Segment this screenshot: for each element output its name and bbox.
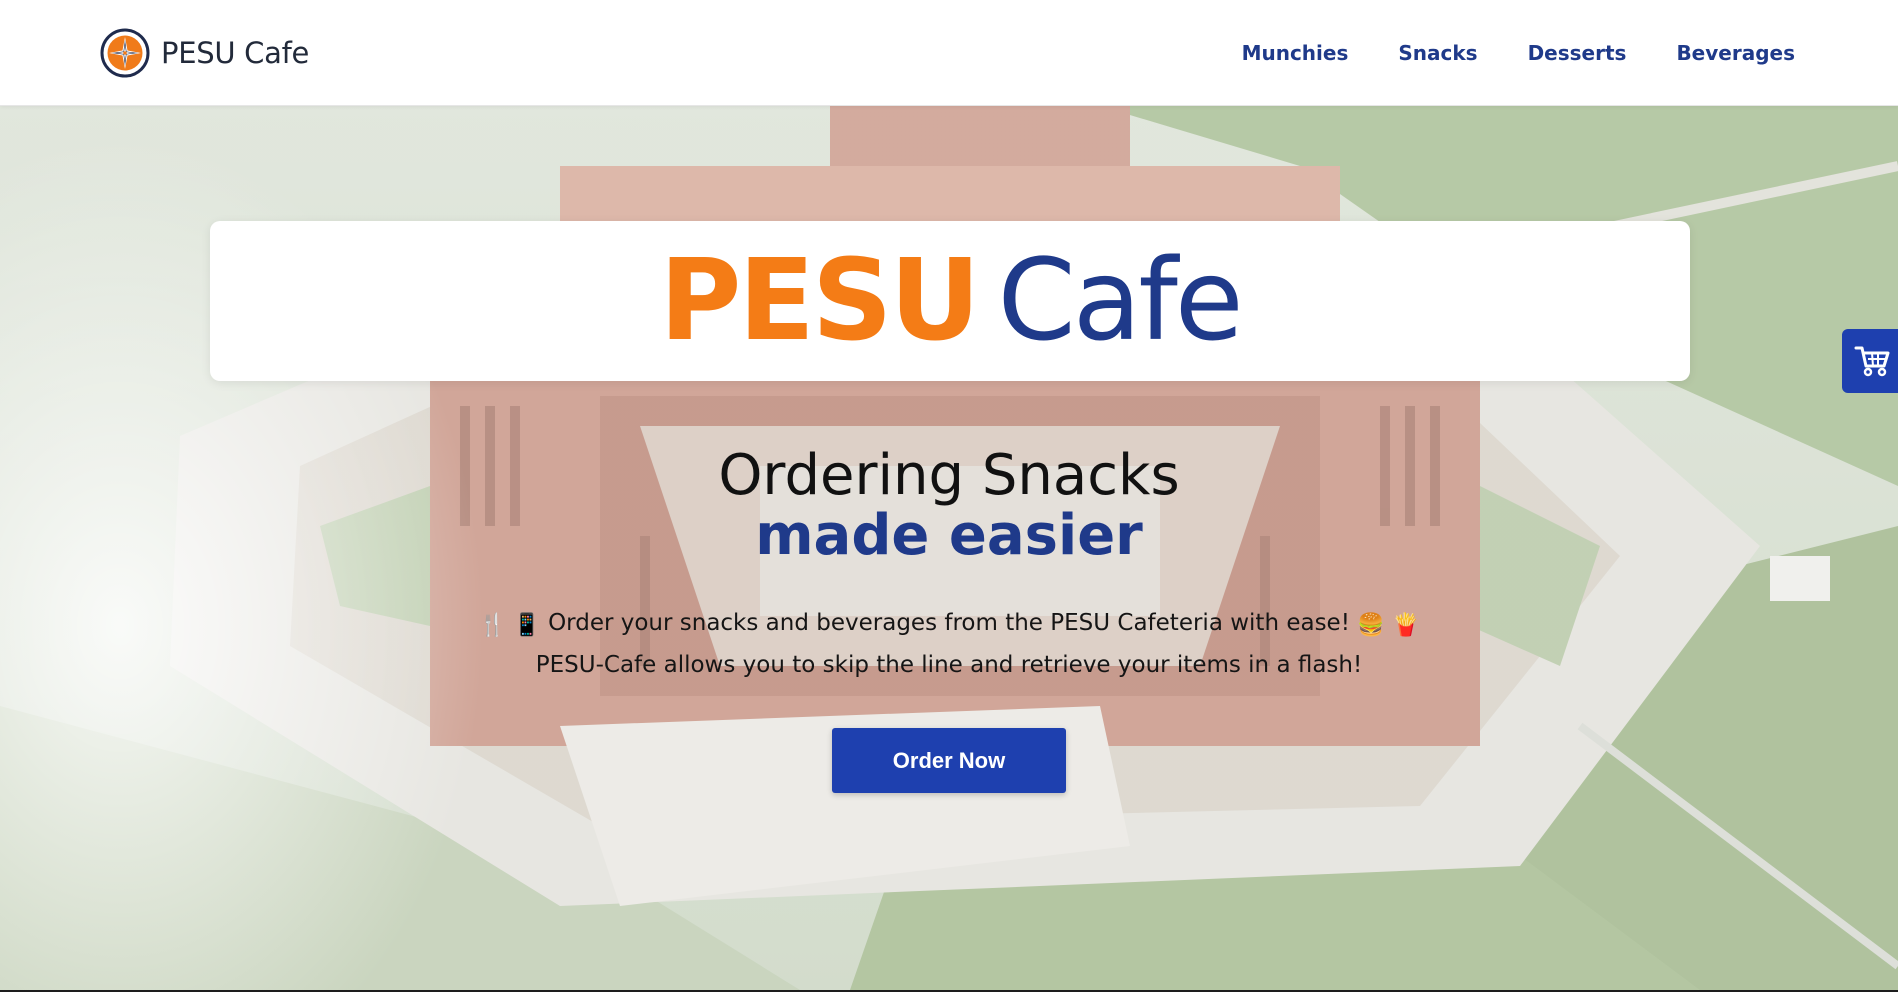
nav-link-snacks[interactable]: Snacks (1398, 38, 1477, 68)
main-nav: Munchies Snacks Desserts Beverages (1192, 38, 1795, 68)
mobile-phone-icon: 📱 (513, 613, 541, 638)
nav-link-munchies[interactable]: Munchies (1242, 38, 1349, 68)
hero-title-card: PESU Cafe (210, 221, 1690, 381)
hero-subheadline: made easier (755, 503, 1143, 568)
top-navbar: PESU Cafe Munchies Snacks Desserts Bever… (0, 0, 1898, 106)
cart-button[interactable] (1842, 329, 1898, 393)
hero-section: PESU Cafe Ordering Snacks made easier 🍴 … (0, 106, 1898, 990)
hero-title-cafe: Cafe (997, 236, 1244, 366)
burger-icon: 🍔 (1357, 613, 1385, 638)
hero-description-line-1: 🍴 📱 Order your snacks and beverages from… (0, 608, 1898, 641)
hero-description-text: Order your snacks and beverages from the… (548, 610, 1350, 636)
order-now-button[interactable]: Order Now (832, 728, 1066, 793)
brand-home-link[interactable]: PESU Cafe (100, 28, 309, 78)
brand-name: PESU Cafe (161, 36, 310, 70)
hero-title-pesu: PESU (659, 236, 980, 366)
hero-headline: Ordering Snacks (718, 443, 1180, 508)
compass-icon (100, 28, 150, 78)
nav-link-beverages[interactable]: Beverages (1676, 38, 1795, 68)
fries-icon: 🍟 (1391, 613, 1420, 638)
fork-knife-icon: 🍴 (478, 613, 507, 638)
nav-link-desserts[interactable]: Desserts (1528, 38, 1627, 68)
cart-icon (1854, 346, 1890, 377)
hero-description-line-2: PESU-Cafe allows you to skip the line an… (535, 652, 1363, 678)
